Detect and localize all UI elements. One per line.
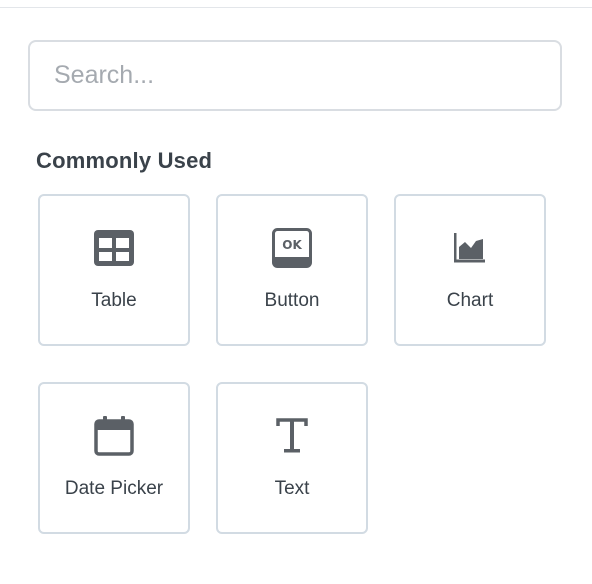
table-icon [92,226,136,270]
text-t-icon [270,414,314,458]
tile-label: Text [274,478,310,499]
calendar-icon [92,414,136,458]
area-chart-icon [448,226,492,270]
top-divider [0,7,592,8]
search-input[interactable] [28,40,562,111]
widget-tile-button[interactable]: OK Button [216,194,368,346]
button-ok-icon: OK [270,226,314,270]
section-title: Commonly Used [36,148,213,173]
tile-label: Date Picker [64,478,164,499]
tile-label: Button [264,290,320,311]
tile-label: Chart [446,290,494,311]
widget-tile-chart[interactable]: Chart [394,194,546,346]
widget-tile-date-picker[interactable]: Date Picker [38,382,190,534]
button-icon-text: OK [282,238,302,252]
widget-tile-text[interactable]: Text [216,382,368,534]
widget-tile-table[interactable]: Table [38,194,190,346]
tile-label: Table [91,290,137,311]
